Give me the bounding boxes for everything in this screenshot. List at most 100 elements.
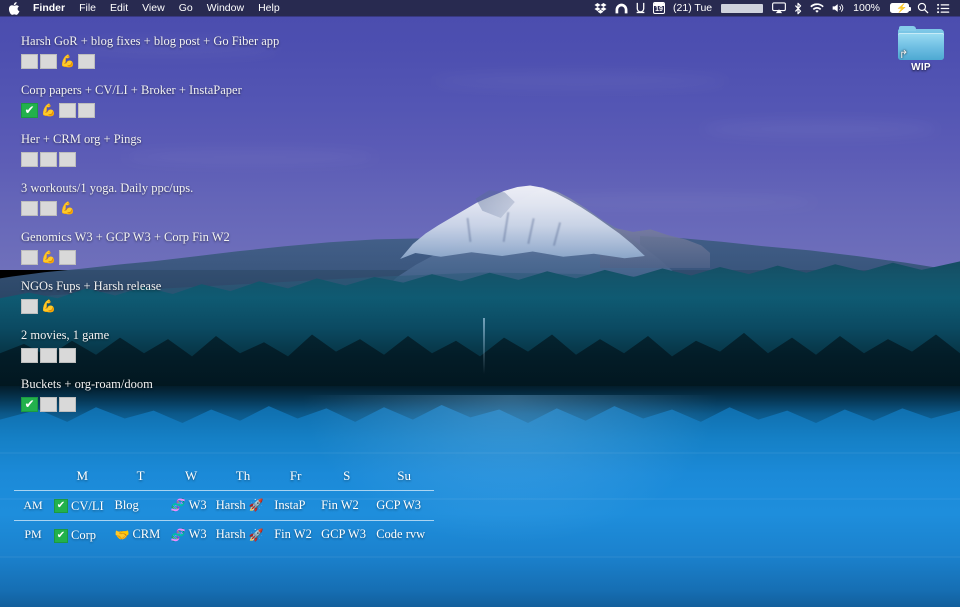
task-group: 3 workouts/1 yoga. Daily ppc/ups. 💪 (21, 181, 279, 216)
task-group: Her + CRM org + Pings (21, 132, 279, 167)
week-table-header: M T W Th Fr S Su (14, 466, 434, 491)
week-table-cell: Fin W2 (272, 520, 319, 549)
week-cell-label: Harsh (215, 527, 246, 542)
task-group: NGOs Fups + Harsh release 💪 (21, 279, 279, 314)
week-table-corner (14, 466, 52, 491)
week-cell-label: Fin W2 (321, 497, 359, 512)
calendar-icon[interactable]: 19 (649, 0, 669, 16)
week-table-cell: Blog (113, 491, 169, 521)
menu-bar[interactable]: Finder File Edit View Go Window Help 19 (21) Tu… (0, 0, 960, 16)
desktop-task-list: Harsh GoR + blog fixes + blog post + Go … (21, 34, 279, 426)
dropbox-icon[interactable] (590, 0, 611, 16)
menu-go[interactable]: Go (172, 0, 200, 16)
task-muscle-emoji: 💪 (41, 250, 56, 264)
folder-icon[interactable]: ↱ (898, 26, 944, 61)
menu-help[interactable]: Help (251, 0, 287, 16)
week-cell-content: InstaP (274, 498, 305, 513)
week-table-cell: InstaP (272, 491, 319, 521)
week-day-header: Fr (289, 468, 302, 483)
wallpaper-light-streak (483, 318, 485, 374)
week-cell-label: Code rvw (376, 527, 426, 542)
task-checkbox-empty (40, 201, 57, 216)
calendar-day-number: 19 (653, 2, 666, 14)
week-cell-emoji-icon: 🚀 (248, 527, 264, 542)
redacted-clock[interactable] (721, 3, 764, 13)
task-muscle-emoji: 💪 (60, 54, 75, 68)
alias-arrow-icon: ↱ (899, 49, 909, 61)
week-table-cell: 🧬 W3 (169, 491, 214, 521)
task-title: Harsh GoR + blog fixes + blog post + Go … (21, 34, 280, 48)
task-checkbox-empty (21, 299, 38, 314)
volume-icon[interactable] (828, 0, 849, 16)
day-counter-text[interactable]: (21) Tue (669, 0, 716, 16)
wifi-icon[interactable] (806, 0, 828, 16)
week-cell-content: ✔ CV/LI (54, 499, 104, 514)
cloud-wisp (700, 120, 940, 138)
week-day-header: M (76, 468, 89, 483)
task-checkbox-empty (40, 348, 57, 363)
task-checkbox-empty (40, 397, 57, 412)
cloud-wisp (430, 74, 730, 88)
task-muscle-emoji: 💪 (41, 299, 56, 313)
week-cell-emoji-icon: 🧬 (170, 527, 186, 542)
battery-percent-text[interactable]: 100% (849, 0, 884, 16)
week-table-cell: ✔ Corp (52, 520, 113, 549)
desktop-icon-wip[interactable]: ↱ WIP (893, 26, 949, 73)
week-day-header: Su (397, 468, 411, 483)
week-cell-content: ✔ Corp (54, 528, 96, 543)
spotlight-search-icon[interactable] (913, 0, 933, 16)
week-cell-content: 🧬 W3 (171, 498, 207, 513)
week-row-label: PM (24, 527, 42, 542)
task-checkbox-empty (21, 348, 38, 363)
arc-browser-icon[interactable] (611, 0, 632, 16)
task-checkbox-empty (21, 152, 38, 167)
week-cell-label: GCP W3 (376, 497, 422, 512)
task-group: Corp papers + CV/LI + Broker + InstaPape… (21, 83, 279, 118)
bluetooth-icon[interactable] (790, 0, 806, 16)
week-cell-content: Harsh 🚀 (216, 527, 264, 542)
week-cell-label: Fin W2 (274, 527, 312, 542)
unicorn-app-icon[interactable] (632, 0, 649, 16)
week-cell-content: GCP W3 (376, 498, 421, 513)
task-checkbox-row: ✔ (21, 397, 279, 412)
week-day-header: T (136, 468, 145, 483)
week-cell-content: Blog (115, 498, 139, 513)
week-table-body: AM ✔ CV/LI Blog 🧬 W3 Harsh 🚀 InstaP Fin W2 GCP W3 P… (14, 490, 434, 550)
task-checkbox-empty (21, 250, 38, 265)
apple-logo-icon[interactable] (8, 1, 20, 15)
menu-window[interactable]: Window (200, 0, 251, 16)
task-checkbox-checked: ✔ (21, 103, 38, 118)
menu-file[interactable]: File (72, 0, 103, 16)
task-title: Corp papers + CV/LI + Broker + InstaPape… (21, 83, 242, 97)
week-cell-content: Harsh 🚀 (216, 498, 264, 513)
week-cell-content: 🤝 CRM (115, 527, 161, 542)
task-checkbox-empty (21, 201, 38, 216)
battery-icon[interactable]: ⚡ (884, 0, 913, 16)
week-cell-label: CV/LI (71, 498, 104, 513)
week-table-cell: Code rvw (374, 520, 434, 549)
desktop[interactable]: Harsh GoR + blog fixes + blog post + Go … (0, 0, 960, 607)
task-checkbox-row (21, 348, 279, 363)
task-checkbox-empty (59, 152, 76, 167)
task-checkbox-row: 💪 (21, 299, 279, 314)
week-table-cell: GCP W3 (319, 520, 374, 549)
menu-edit[interactable]: Edit (103, 0, 135, 16)
week-cell-emoji-icon: 🤝 (114, 527, 130, 542)
lake-ripple (0, 556, 960, 558)
week-cell-label: InstaP (274, 497, 306, 512)
task-checkbox-empty (40, 54, 57, 69)
week-cell-label: Blog (114, 497, 139, 512)
task-muscle-emoji: 💪 (41, 103, 56, 117)
week-cell-content: Fin W2 (321, 498, 359, 513)
notification-center-icon[interactable] (933, 0, 954, 16)
task-title: Genomics W3 + GCP W3 + Corp Fin W2 (21, 230, 230, 244)
task-checkbox-row: ✔ 💪 (21, 103, 279, 118)
airplay-icon[interactable] (768, 0, 790, 16)
week-cell-check-icon: ✔ (54, 499, 68, 513)
week-cell-check-icon: ✔ (54, 528, 68, 543)
week-table-row: PM ✔ Corp 🤝 CRM 🧬 W3 Harsh 🚀 Fin W2 GCP W3 Code rvw (14, 520, 434, 549)
task-checkbox-empty (78, 103, 95, 118)
week-row-label: AM (23, 497, 43, 512)
menu-finder[interactable]: Finder (26, 0, 72, 16)
menu-view[interactable]: View (135, 0, 172, 16)
